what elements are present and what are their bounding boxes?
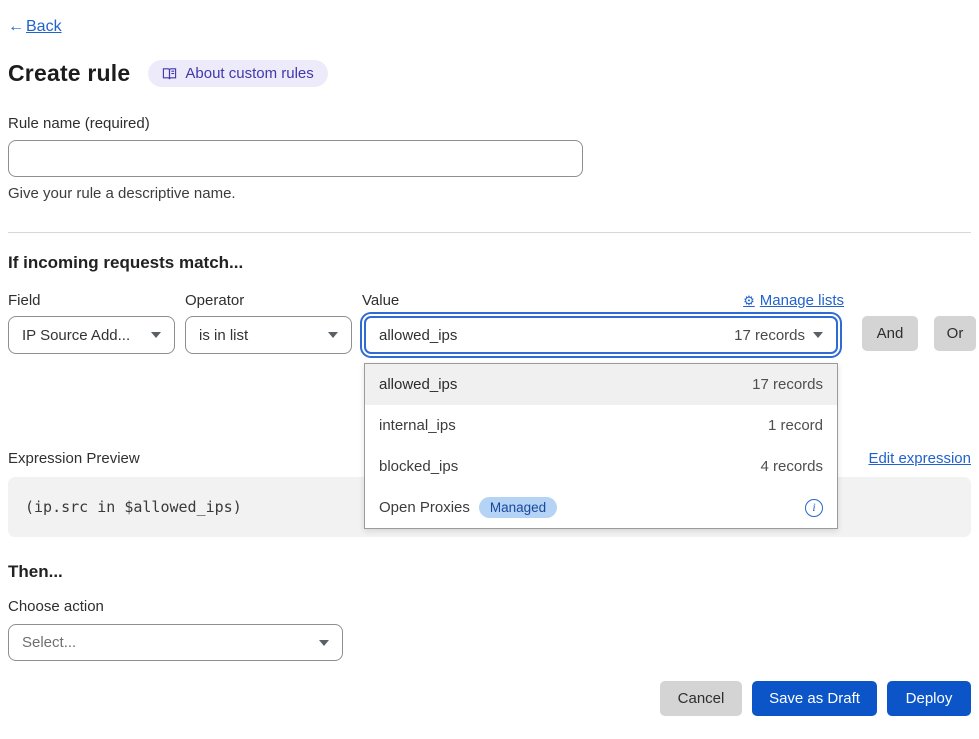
list-option-allowed-ips[interactable]: allowed_ips 17 records — [365, 364, 837, 405]
list-option-left: Open Proxies Managed — [379, 497, 557, 518]
list-option-name: internal_ips — [379, 417, 456, 434]
back-arrow-icon: ← — [8, 18, 24, 36]
manage-lists-label: Manage lists — [760, 292, 844, 309]
back-link[interactable]: ←Back — [8, 18, 62, 35]
managed-badge: Managed — [479, 497, 557, 518]
list-option-meta: 1 record — [768, 417, 823, 434]
info-icon[interactable]: i — [805, 499, 823, 517]
list-option-name: Open Proxies — [379, 499, 470, 516]
and-button[interactable]: And — [862, 316, 918, 351]
chevron-down-icon — [813, 332, 823, 338]
section-divider — [8, 232, 971, 233]
value-combobox-selected: allowed_ips — [379, 327, 457, 344]
operator-label: Operator — [185, 292, 352, 309]
condition-row: Field Operator Value ⚙ Manage lists IP S… — [8, 292, 971, 354]
operator-select-value: is in list — [199, 327, 248, 344]
cancel-button[interactable]: Cancel — [660, 681, 742, 716]
and-or-cell: And Or — [854, 316, 976, 351]
action-select-placeholder: Select... — [22, 634, 76, 651]
rule-name-input[interactable] — [8, 140, 583, 177]
title-row: Create rule About custom rules — [8, 60, 971, 87]
field-select[interactable]: IP Source Add... — [8, 316, 175, 354]
value-combobox[interactable]: allowed_ips 17 records — [364, 316, 838, 354]
edit-expression-link[interactable]: Edit expression — [868, 450, 971, 467]
deploy-button[interactable]: Deploy — [887, 681, 971, 716]
list-option-name: allowed_ips — [379, 376, 457, 393]
expression-code: (ip.src in $allowed_ips) — [25, 498, 242, 516]
value-combobox-right: 17 records — [734, 327, 823, 344]
back-row: ←Back — [8, 18, 971, 36]
then-heading: Then... — [8, 562, 971, 582]
list-option-meta: 4 records — [760, 458, 823, 475]
list-option-meta: 17 records — [752, 376, 823, 393]
chevron-down-icon — [151, 332, 161, 338]
expression-preview-label: Expression Preview — [8, 450, 140, 467]
about-custom-rules-label: About custom rules — [185, 65, 313, 82]
manage-lists-link[interactable]: ⚙ Manage lists — [743, 292, 844, 309]
back-link-label: Back — [26, 18, 62, 35]
value-label-row: Value ⚙ Manage lists — [362, 292, 844, 309]
footer-actions: Cancel Save as Draft Deploy — [8, 681, 971, 716]
list-option-blocked-ips[interactable]: blocked_ips 4 records — [365, 446, 837, 487]
list-option-internal-ips[interactable]: internal_ips 1 record — [365, 405, 837, 446]
create-rule-page: ←Back Create rule About custom rules Rul… — [0, 0, 979, 716]
value-combobox-meta: 17 records — [734, 327, 805, 344]
choose-action-label: Choose action — [8, 598, 971, 615]
rule-name-block: Rule name (required) Give your rule a de… — [8, 115, 971, 202]
chevron-down-icon — [319, 640, 329, 646]
match-section-heading: If incoming requests match... — [8, 253, 971, 273]
book-icon — [162, 67, 177, 81]
action-select[interactable]: Select... — [8, 624, 343, 661]
operator-select[interactable]: is in list — [185, 316, 352, 354]
value-column: allowed_ips 17 records allowed_ips 17 re… — [362, 316, 844, 354]
rule-name-label: Rule name (required) — [8, 115, 150, 132]
rule-name-helper: Give your rule a descriptive name. — [8, 185, 971, 202]
value-label: Value — [362, 292, 399, 309]
field-label: Field — [8, 292, 175, 309]
list-dropdown: allowed_ips 17 records internal_ips 1 re… — [364, 363, 838, 529]
gear-icon: ⚙ — [743, 293, 755, 309]
page-title: Create rule — [8, 60, 130, 87]
save-as-draft-button[interactable]: Save as Draft — [752, 681, 877, 716]
list-option-open-proxies[interactable]: Open Proxies Managed i — [365, 487, 837, 528]
list-option-name: blocked_ips — [379, 458, 458, 475]
field-select-value: IP Source Add... — [22, 327, 130, 344]
about-custom-rules-link[interactable]: About custom rules — [148, 60, 327, 87]
chevron-down-icon — [328, 332, 338, 338]
or-button[interactable]: Or — [934, 316, 976, 351]
